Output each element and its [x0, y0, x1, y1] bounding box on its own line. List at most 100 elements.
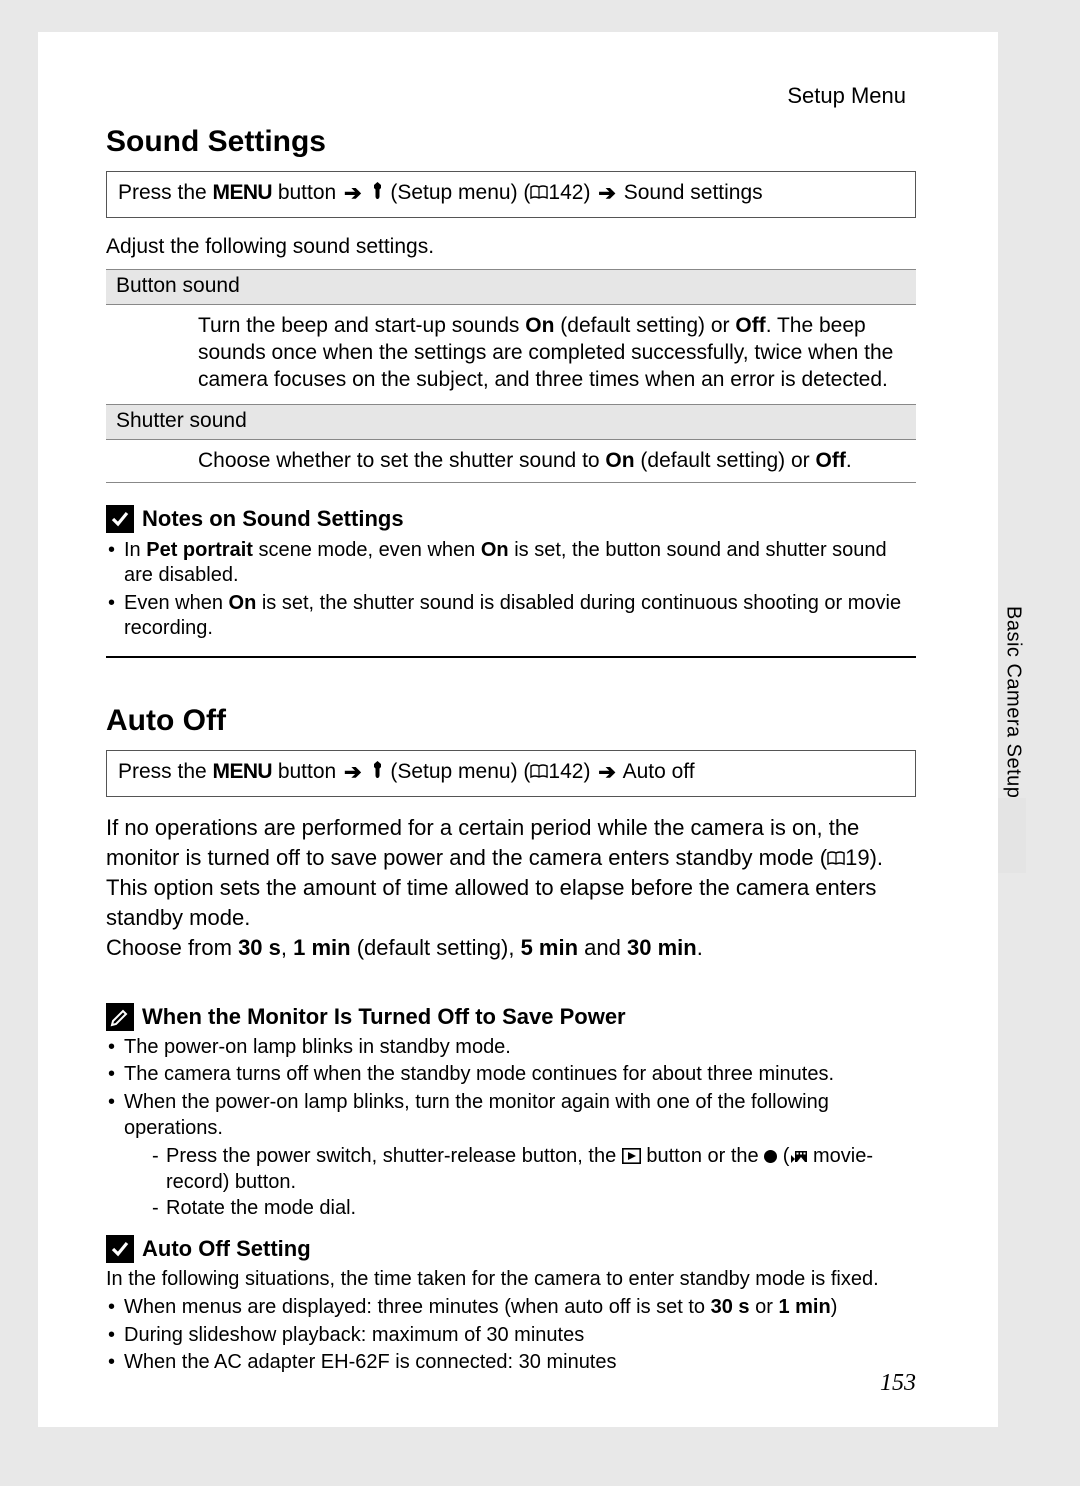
nav-ref: 142) [548, 760, 596, 783]
txt: . [846, 449, 852, 472]
nav-text: button [272, 760, 342, 783]
sound-intro: Adjust the following sound settings. [106, 234, 916, 261]
note-title: Auto Off Setting [142, 1235, 311, 1263]
menu-word: MENU [213, 181, 272, 204]
note-heading: When the Monitor Is Turned Off to Save P… [106, 1003, 916, 1031]
bold-on: On [605, 449, 634, 472]
txt: This option sets the amount of time allo… [106, 875, 876, 930]
txt: (default setting) or [635, 449, 816, 472]
txt: Press the power switch, shutter-release … [166, 1145, 622, 1167]
arrow-icon: ➔ [344, 760, 362, 787]
bold: 30 s [238, 935, 281, 960]
checkmark-icon [106, 1235, 134, 1263]
list-item: The power-on lamp blinks in standby mode… [106, 1035, 916, 1061]
nav-text: (Setup menu) ( [385, 181, 531, 204]
list-item: The camera turns off when the standby mo… [106, 1062, 916, 1088]
menu-word: MENU [213, 760, 272, 783]
txt: Choose whether to set the shutter sound … [198, 449, 605, 472]
txt: (default setting) or [554, 314, 735, 337]
movie-record-icon [789, 1146, 807, 1162]
section-heading-autooff: Auto Off [106, 702, 916, 740]
nav-text: Press the [118, 760, 213, 783]
nav-text: (Setup menu) ( [385, 760, 531, 783]
txt: Choose from [106, 935, 238, 960]
book-icon [827, 851, 845, 866]
txt: and [578, 935, 627, 960]
section-heading-sound: Sound Settings [106, 123, 916, 161]
body-paragraph: Choose from 30 s, 1 min (default setting… [106, 933, 916, 963]
list-item: When the AC adapter EH-62F is connected:… [106, 1350, 916, 1376]
nav-text: Press the [118, 181, 213, 204]
bold: 30 min [627, 935, 697, 960]
record-dot-icon [764, 1150, 777, 1163]
nav-end: Sound settings [618, 181, 763, 204]
corner-header: Setup Menu [787, 82, 906, 110]
note-heading: Auto Off Setting [106, 1235, 916, 1263]
txt: Turn the beep and start-up sounds [198, 314, 525, 337]
list-item: During slideshow playback: maximum of 30… [106, 1323, 916, 1349]
checkmark-icon [106, 505, 134, 533]
option-desc: Choose whether to set the shutter sound … [106, 440, 916, 484]
bold-on: On [525, 314, 554, 337]
txt: ) [831, 1296, 838, 1318]
autooff-body: If no operations are performed for a cer… [106, 813, 916, 963]
nav-text: button [272, 181, 342, 204]
manual-page: Setup Menu Sound Settings Press the MENU… [38, 32, 998, 1427]
note-heading: Notes on Sound Settings [106, 505, 916, 533]
bold: 30 s [711, 1296, 750, 1318]
wrench-icon [370, 760, 385, 787]
txt: or [750, 1296, 779, 1318]
txt: , [281, 935, 293, 960]
txt: 19). [845, 845, 883, 870]
txt: Even when [124, 592, 229, 614]
nav-path-sound: Press the MENU button ➔ (Setup menu) ( 14… [106, 171, 916, 218]
txt: When the power-on lamp blinks, turn the … [124, 1091, 829, 1139]
list-item: Rotate the mode dial. [152, 1195, 916, 1221]
arrow-icon: ➔ [598, 760, 616, 787]
nav-ref: 142) [548, 181, 596, 204]
option-header: Shutter sound [106, 404, 916, 440]
arrow-icon: ➔ [344, 181, 362, 208]
side-tab: Basic Camera Setup [1002, 604, 1024, 864]
monitor-note: When the Monitor Is Turned Off to Save P… [106, 1003, 916, 1222]
section-divider [106, 656, 916, 658]
arrow-icon: ➔ [598, 181, 616, 208]
sound-notes: Notes on Sound Settings In Pet portrait … [106, 505, 916, 642]
list-item: When menus are displayed: three minutes … [106, 1295, 916, 1321]
txt: button or the [641, 1145, 764, 1167]
list-item: In Pet portrait scene mode, even when On… [106, 538, 916, 589]
playback-icon [622, 1145, 641, 1161]
body-paragraph: If no operations are performed for a cer… [106, 813, 916, 933]
note-intro: In the following situations, the time ta… [106, 1267, 916, 1293]
option-header: Button sound [106, 269, 916, 305]
sound-options-table: Button sound Turn the beep and start-up … [106, 269, 916, 483]
note-bullets: When menus are displayed: three minutes … [106, 1295, 916, 1376]
book-icon [530, 764, 548, 779]
txt: scene mode, even when [253, 539, 481, 561]
bold-off: Off [816, 449, 846, 472]
txt: . [697, 935, 703, 960]
bold: 1 min [778, 1296, 830, 1318]
list-item: When the power-on lamp blinks, turn the … [106, 1090, 916, 1221]
bold: 1 min [293, 935, 350, 960]
nav-end: Auto off [618, 760, 695, 783]
bold: Pet portrait [146, 539, 253, 561]
autooff-setting-note: Auto Off Setting In the following situat… [106, 1235, 916, 1376]
txt: In [124, 539, 146, 561]
pencil-icon [106, 1003, 134, 1031]
page-number: 153 [880, 1368, 916, 1399]
side-tab-label: Basic Camera Setup [1002, 604, 1025, 798]
bold-off: Off [735, 314, 765, 337]
txt: ( [777, 1145, 789, 1167]
txt: When menus are displayed: three minutes … [124, 1296, 711, 1318]
bold: On [229, 592, 257, 614]
book-icon [530, 185, 548, 200]
note-title: When the Monitor Is Turned Off to Save P… [142, 1003, 626, 1031]
bold: 5 min [521, 935, 578, 960]
wrench-icon [370, 181, 385, 208]
sub-list: Press the power switch, shutter-release … [124, 1143, 916, 1221]
option-desc: Turn the beep and start-up sounds On (de… [106, 305, 916, 404]
bold: On [481, 539, 509, 561]
note-bullets: The power-on lamp blinks in standby mode… [106, 1035, 916, 1221]
note-bullets: In Pet portrait scene mode, even when On… [106, 538, 916, 642]
